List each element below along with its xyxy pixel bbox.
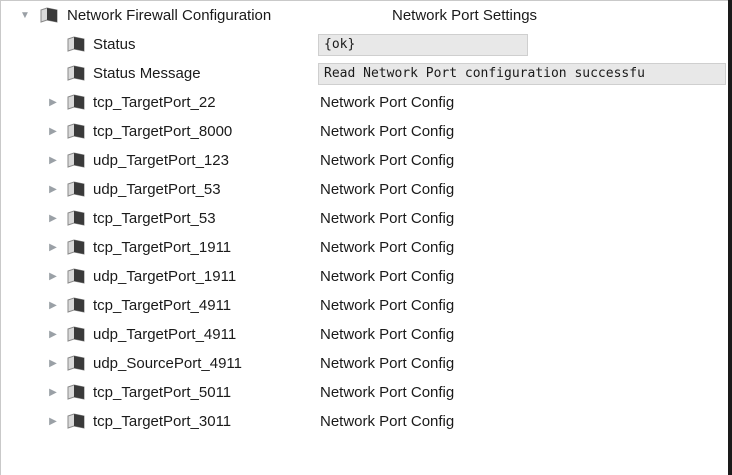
tree-value: Network Port Config [320, 326, 455, 343]
tree-row-port[interactable]: ▶ udp_TargetPort_53 Network Port Config [0, 175, 728, 204]
tree-label: Network Firewall Configuration [67, 7, 272, 24]
status-message-field[interactable]: Read Network Port configuration successf… [318, 63, 726, 85]
tree-label: Status [93, 36, 136, 53]
tree-row-status[interactable]: Status {ok} [0, 30, 728, 59]
folder-icon [67, 268, 85, 284]
tree-row-port[interactable]: ▶ udp_TargetPort_1911 Network Port Confi… [0, 262, 728, 291]
frame-right-border [728, 0, 732, 475]
expand-arrow-down-icon[interactable]: ▼ [18, 1, 32, 30]
tree-value: Network Port Config [320, 181, 455, 198]
folder-icon [67, 384, 85, 400]
folder-icon [67, 413, 85, 429]
expand-arrow-right-icon[interactable]: ▶ [46, 262, 60, 291]
tree-label: tcp_TargetPort_8000 [93, 123, 233, 140]
tree-row-port[interactable]: ▶ udp_TargetPort_4911 Network Port Confi… [0, 320, 728, 349]
folder-icon [67, 326, 85, 342]
tree-label: Status Message [93, 65, 201, 82]
expand-arrow-right-icon[interactable]: ▶ [46, 291, 60, 320]
tree-value: Network Port Config [320, 123, 455, 140]
expand-arrow-right-icon[interactable]: ▶ [46, 407, 60, 436]
tree-label: udp_TargetPort_53 [93, 181, 221, 198]
expand-arrow-right-icon[interactable]: ▶ [46, 349, 60, 378]
expand-arrow-right-icon[interactable]: ▶ [46, 88, 60, 117]
expand-arrow-right-icon[interactable]: ▶ [46, 146, 60, 175]
folder-icon [67, 181, 85, 197]
property-icon [67, 36, 85, 52]
tree-row-port[interactable]: ▶ udp_SourcePort_4911 Network Port Confi… [0, 349, 728, 378]
tree-row-port[interactable]: ▶ tcp_TargetPort_4911 Network Port Confi… [0, 291, 728, 320]
folder-icon [67, 355, 85, 371]
folder-icon [67, 123, 85, 139]
tree-row-port[interactable]: ▶ tcp_TargetPort_5011 Network Port Confi… [0, 378, 728, 407]
tree-label: tcp_TargetPort_3011 [93, 413, 232, 430]
expand-arrow-right-icon[interactable]: ▶ [46, 175, 60, 204]
tree-label: tcp_TargetPort_1911 [93, 239, 232, 256]
tree-row-port[interactable]: ▶ tcp_TargetPort_1911 Network Port Confi… [0, 233, 728, 262]
expand-arrow-right-icon[interactable]: ▶ [46, 320, 60, 349]
tree-row-root[interactable]: ▼ Network Firewall Configuration Network… [0, 1, 728, 30]
tree-label: tcp_TargetPort_53 [93, 210, 216, 227]
folder-icon [67, 297, 85, 313]
folder-icon [67, 94, 85, 110]
tree-row-port[interactable]: ▶ tcp_TargetPort_8000 Network Port Confi… [0, 117, 728, 146]
tree-label: udp_TargetPort_4911 [93, 326, 237, 343]
tree-value: Network Port Config [320, 210, 455, 227]
tree-row-port[interactable]: ▶ tcp_TargetPort_53 Network Port Config [0, 204, 728, 233]
folder-icon [40, 7, 58, 23]
tree-row-status-message[interactable]: Status Message Read Network Port configu… [0, 59, 728, 88]
folder-icon [67, 239, 85, 255]
tree-value: Network Port Config [320, 413, 455, 430]
tree-label: udp_TargetPort_1911 [93, 268, 237, 285]
expand-arrow-right-icon[interactable]: ▶ [46, 204, 60, 233]
expand-arrow-right-icon[interactable]: ▶ [46, 378, 60, 407]
tree-label: tcp_TargetPort_22 [93, 94, 216, 111]
tree-label: tcp_TargetPort_4911 [93, 297, 232, 314]
tree-value: Network Port Settings [392, 7, 538, 24]
tree-value: Network Port Config [320, 239, 455, 256]
tree-value: Network Port Config [320, 297, 455, 314]
tree-value: Network Port Config [320, 94, 455, 111]
property-tree: ▼ Network Firewall Configuration Network… [0, 1, 728, 436]
status-field[interactable]: {ok} [318, 34, 528, 56]
tree-row-port[interactable]: ▶ tcp_TargetPort_3011 Network Port Confi… [0, 407, 728, 436]
tree-value: Network Port Config [320, 268, 455, 285]
tree-row-port[interactable]: ▶ udp_TargetPort_123 Network Port Config [0, 146, 728, 175]
folder-icon [67, 152, 85, 168]
tree-value: Network Port Config [320, 384, 455, 401]
tree-label: tcp_TargetPort_5011 [93, 384, 232, 401]
tree-value: Network Port Config [320, 152, 455, 169]
expand-arrow-right-icon[interactable]: ▶ [46, 233, 60, 262]
tree-label: udp_SourcePort_4911 [93, 355, 243, 372]
property-icon [67, 65, 85, 81]
tree-label: udp_TargetPort_123 [93, 152, 229, 169]
tree-value: Network Port Config [320, 355, 455, 372]
folder-icon [67, 210, 85, 226]
expand-arrow-right-icon[interactable]: ▶ [46, 117, 60, 146]
tree-row-port[interactable]: ▶ tcp_TargetPort_22 Network Port Config [0, 88, 728, 117]
